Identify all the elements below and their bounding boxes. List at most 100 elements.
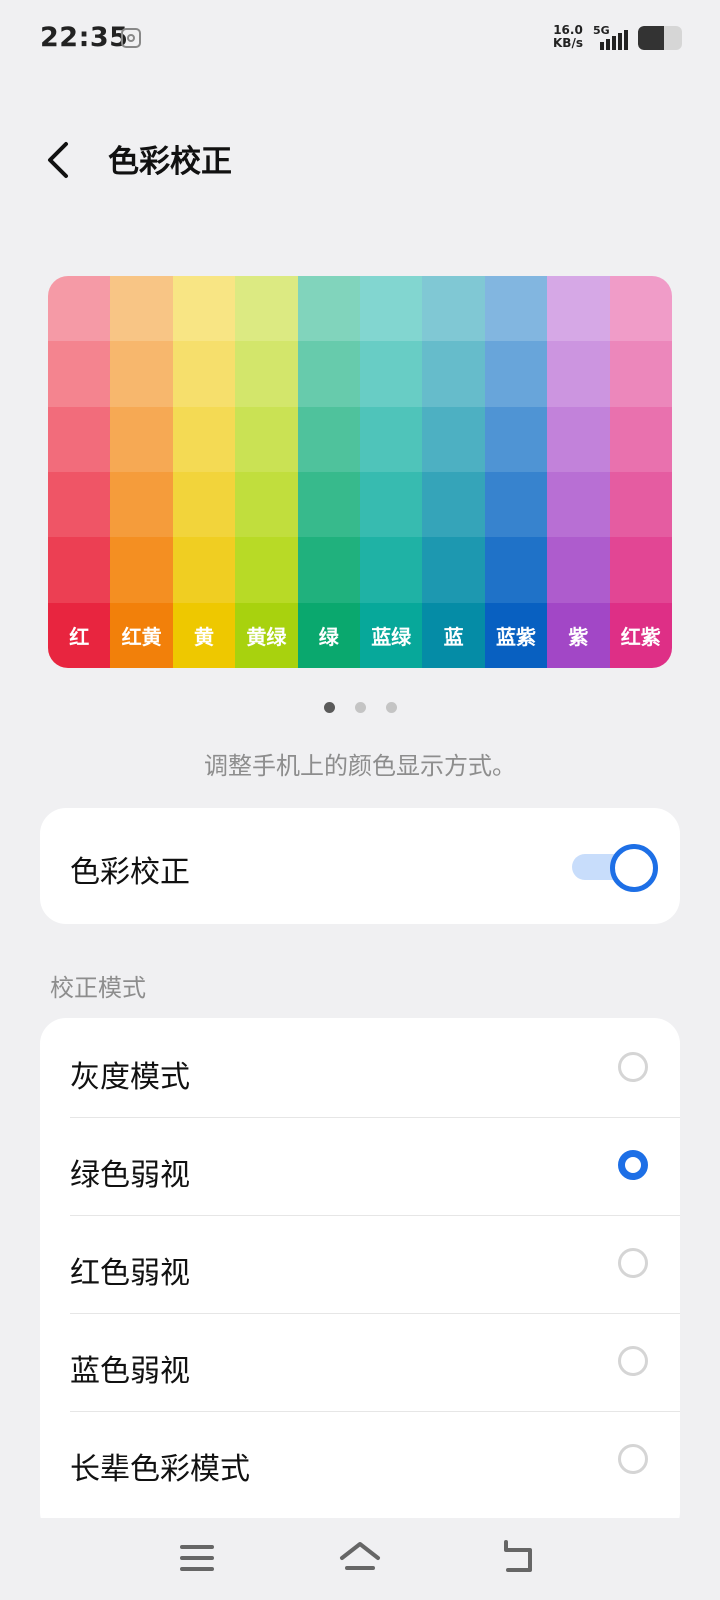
palette-swatch bbox=[484, 276, 548, 342]
mode-option-label: 长辈色彩模式 bbox=[70, 1452, 250, 1487]
menu-button[interactable] bbox=[173, 1536, 221, 1580]
palette-swatch bbox=[48, 276, 111, 342]
mode-option[interactable]: 红色弱视 bbox=[40, 1214, 680, 1314]
palette-swatch bbox=[609, 341, 672, 407]
palette-swatch bbox=[547, 472, 610, 538]
pager-dot bbox=[354, 702, 366, 713]
palette-swatch bbox=[422, 341, 485, 407]
palette-swatch bbox=[360, 341, 423, 407]
palette-swatch bbox=[48, 406, 111, 472]
palette-swatch bbox=[547, 406, 610, 472]
palette-column-label: 黄 bbox=[172, 602, 236, 668]
network-speed: 16.0 KB/s bbox=[553, 24, 583, 50]
palette-column-label: 紫 bbox=[547, 602, 610, 668]
mode-option[interactable]: 灰度模式 bbox=[40, 1018, 680, 1118]
correction-mode-list: 灰度模式绿色弱视红色弱视蓝色弱视长辈色彩模式 bbox=[40, 1018, 680, 1538]
palette-swatch bbox=[235, 537, 298, 603]
mode-radio-button[interactable] bbox=[618, 1248, 648, 1278]
mode-option[interactable]: 长辈色彩模式 bbox=[40, 1410, 680, 1510]
menu-icon bbox=[180, 1545, 214, 1571]
mode-option[interactable]: 绿色弱视 bbox=[40, 1116, 680, 1216]
palette-swatch bbox=[484, 341, 548, 407]
mode-radio-button[interactable] bbox=[618, 1346, 648, 1376]
navigation-bar bbox=[0, 1518, 720, 1600]
palette-swatch bbox=[360, 537, 423, 603]
palette-column-label: 黄绿 bbox=[235, 602, 298, 668]
palette-swatch bbox=[360, 406, 423, 472]
palette-swatch bbox=[235, 406, 298, 472]
palette-swatch bbox=[422, 472, 485, 538]
chevron-left-icon bbox=[48, 142, 68, 178]
palette-swatch bbox=[609, 472, 672, 538]
palette-column-label: 红 bbox=[48, 602, 111, 668]
palette-swatch bbox=[360, 276, 423, 342]
palette-swatch bbox=[172, 406, 236, 472]
signal-icon bbox=[600, 30, 628, 50]
color-correction-label: 色彩校正 bbox=[70, 855, 190, 890]
pager-dots bbox=[0, 702, 720, 713]
status-bar: 22:35 16.0 KB/s 5G bbox=[0, 0, 720, 80]
palette-swatch bbox=[422, 406, 485, 472]
mode-option-label: 红色弱视 bbox=[70, 1256, 190, 1291]
back-button[interactable] bbox=[40, 138, 80, 182]
palette-swatch bbox=[484, 537, 548, 603]
back-icon bbox=[504, 1540, 532, 1572]
switch-knob bbox=[610, 844, 658, 892]
palette-swatch bbox=[609, 276, 672, 342]
palette-swatch bbox=[297, 537, 360, 603]
palette-swatch bbox=[422, 537, 485, 603]
color-correction-switch[interactable] bbox=[572, 844, 658, 892]
palette-swatch bbox=[547, 341, 610, 407]
palette-swatch bbox=[547, 537, 610, 603]
battery-icon bbox=[638, 26, 682, 50]
color-palette-preview: 红红黄黄黄绿绿蓝绿蓝蓝紫紫红紫 bbox=[48, 276, 672, 668]
mode-option-label: 灰度模式 bbox=[70, 1060, 190, 1095]
pager-dot bbox=[385, 702, 397, 713]
mode-radio-button[interactable] bbox=[618, 1444, 648, 1474]
mode-option-label: 绿色弱视 bbox=[70, 1158, 190, 1193]
palette-swatch bbox=[609, 537, 672, 603]
palette-column-label: 绿 bbox=[297, 602, 360, 668]
palette-swatch bbox=[484, 472, 548, 538]
mode-option[interactable]: 蓝色弱视 bbox=[40, 1312, 680, 1412]
palette-swatch bbox=[484, 406, 548, 472]
section-label-correction-mode: 校正模式 bbox=[50, 974, 146, 1002]
palette-swatch bbox=[547, 276, 610, 342]
palette-swatch bbox=[110, 472, 173, 538]
page-title: 色彩校正 bbox=[108, 144, 232, 180]
mode-option-label: 蓝色弱视 bbox=[70, 1354, 190, 1389]
palette-swatch bbox=[110, 276, 173, 342]
palette-swatch bbox=[235, 472, 298, 538]
palette-swatch bbox=[235, 276, 298, 342]
mode-radio-button[interactable] bbox=[618, 1052, 648, 1082]
palette-column-label: 红紫 bbox=[609, 602, 672, 668]
color-correction-card: 色彩校正 bbox=[40, 808, 680, 924]
home-icon bbox=[340, 1542, 380, 1570]
palette-swatch bbox=[172, 537, 236, 603]
palette-swatch bbox=[297, 341, 360, 407]
palette-swatch bbox=[360, 472, 423, 538]
palette-swatch bbox=[172, 276, 236, 342]
network-speed-unit: KB/s bbox=[553, 36, 583, 50]
pager-dot bbox=[323, 702, 335, 713]
status-time: 22:35 bbox=[40, 22, 129, 53]
palette-swatch bbox=[297, 472, 360, 538]
palette-swatch bbox=[172, 341, 236, 407]
palette-column-label: 蓝 bbox=[422, 602, 485, 668]
mode-radio-button[interactable] bbox=[618, 1150, 648, 1180]
back-nav-button[interactable] bbox=[496, 1536, 544, 1580]
palette-swatch bbox=[172, 472, 236, 538]
palette-swatch bbox=[609, 406, 672, 472]
palette-swatch bbox=[110, 341, 173, 407]
palette-swatch bbox=[110, 537, 173, 603]
battery-fill bbox=[638, 26, 665, 50]
palette-swatch bbox=[48, 341, 111, 407]
palette-column-label: 蓝紫 bbox=[484, 602, 548, 668]
palette-swatch bbox=[48, 472, 111, 538]
palette-column-label: 蓝绿 bbox=[360, 602, 423, 668]
description-text: 调整手机上的颜色显示方式。 bbox=[204, 752, 516, 780]
home-button[interactable] bbox=[336, 1536, 384, 1580]
palette-column-label: 红黄 bbox=[110, 602, 173, 668]
notification-icon bbox=[121, 28, 141, 48]
palette-swatch bbox=[297, 406, 360, 472]
